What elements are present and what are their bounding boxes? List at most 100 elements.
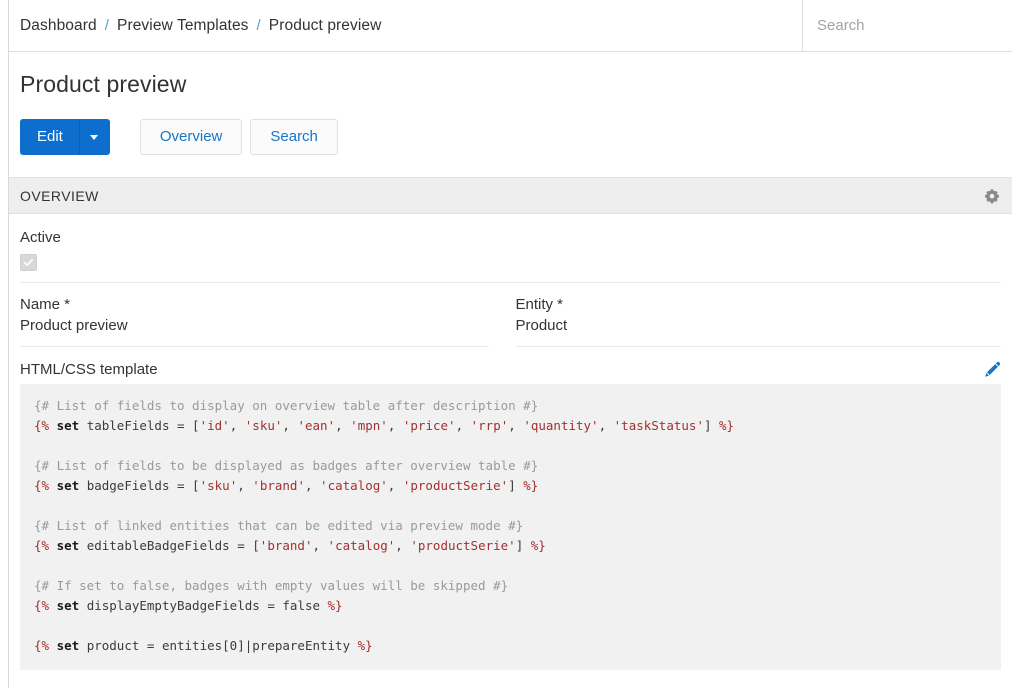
code-token-plain: badgeFields = [ bbox=[79, 478, 199, 493]
gear-icon bbox=[984, 188, 1000, 204]
code-token-plain: , bbox=[599, 418, 614, 433]
code-token-comment: {# List of fields to be displayed as bad… bbox=[34, 458, 538, 473]
page-title: Product preview bbox=[20, 72, 1012, 97]
chevron-down-icon bbox=[90, 135, 98, 140]
breadcrumb-item-dashboard[interactable]: Dashboard bbox=[20, 17, 97, 35]
panel-settings-button[interactable] bbox=[984, 188, 1000, 204]
code-token-comment: {# List of fields to display on overview… bbox=[34, 398, 538, 413]
code-token-kw: set bbox=[57, 638, 80, 653]
field-active-checkbox bbox=[20, 254, 37, 271]
overview-panel: OVERVIEW Active bbox=[9, 177, 1012, 669]
code-token-str: 'catalog' bbox=[328, 538, 396, 553]
code-token-plain: , bbox=[335, 418, 350, 433]
code-token-str: 'quantity' bbox=[523, 418, 598, 433]
code-token-delim: {% bbox=[34, 538, 49, 553]
code-line: {% set displayEmptyBadgeFields = false %… bbox=[34, 596, 987, 616]
html-css-template-section: HTML/CSS template {# List of fields to d… bbox=[9, 347, 1012, 670]
code-token-kw: set bbox=[57, 478, 80, 493]
code-token-str: 'sku' bbox=[245, 418, 283, 433]
code-token-delim: %} bbox=[523, 478, 538, 493]
top-bar: Dashboard / Preview Templates / Product … bbox=[9, 0, 1012, 52]
code-token-plain: ] bbox=[704, 418, 719, 433]
breadcrumb-separator-icon: / bbox=[257, 17, 261, 34]
code-line: {% set badgeFields = ['sku', 'brand', 'c… bbox=[34, 476, 987, 496]
code-token-kw: set bbox=[57, 598, 80, 613]
breadcrumb: Dashboard / Preview Templates / Product … bbox=[9, 0, 802, 51]
code-token-str: 'catalog' bbox=[320, 478, 388, 493]
code-token-plain: , bbox=[312, 538, 327, 553]
edit-button[interactable]: Edit bbox=[20, 119, 80, 155]
code-token-comment: {# If set to false, badges with empty va… bbox=[34, 578, 508, 593]
code-token-plain: , bbox=[395, 538, 410, 553]
edit-dropdown-toggle[interactable] bbox=[80, 119, 110, 155]
field-name-underline bbox=[20, 346, 489, 347]
action-toolbar: Edit Overview Search bbox=[9, 97, 1012, 155]
field-name: Name * Product preview bbox=[20, 283, 511, 347]
code-token-str: 'productSerie' bbox=[403, 478, 508, 493]
code-token-str: 'id' bbox=[200, 418, 230, 433]
code-token-str: 'ean' bbox=[297, 418, 335, 433]
global-search-container bbox=[802, 0, 1012, 51]
code-token-str: 'sku' bbox=[200, 478, 238, 493]
left-rail bbox=[0, 0, 9, 688]
code-token-delim: {% bbox=[34, 598, 49, 613]
breadcrumb-separator-icon: / bbox=[105, 17, 109, 34]
code-token-plain bbox=[49, 478, 57, 493]
code-token-plain: , bbox=[237, 478, 252, 493]
overview-panel-header: OVERVIEW bbox=[9, 178, 1012, 214]
code-token-delim: %} bbox=[358, 638, 373, 653]
code-token-plain bbox=[49, 538, 57, 553]
code-token-plain: , bbox=[388, 418, 403, 433]
code-token-str: 'brand' bbox=[252, 478, 305, 493]
code-token-delim: {% bbox=[34, 478, 49, 493]
field-row: Name * Product preview Entity * Product bbox=[9, 283, 1012, 347]
code-token-plain: tableFields = [ bbox=[79, 418, 199, 433]
search-input[interactable] bbox=[817, 17, 1012, 34]
code-line: {# List of fields to display on overview… bbox=[34, 396, 987, 416]
template-code-block[interactable]: {# List of fields to display on overview… bbox=[20, 384, 1001, 670]
code-token-str: 'rrp' bbox=[471, 418, 509, 433]
field-entity-label: Entity * bbox=[516, 295, 1002, 315]
field-entity: Entity * Product bbox=[511, 283, 1002, 347]
overview-panel-title: OVERVIEW bbox=[20, 188, 984, 204]
code-token-plain bbox=[49, 638, 57, 653]
code-line: {# List of fields to be displayed as bad… bbox=[34, 456, 987, 476]
code-token-str: 'brand' bbox=[260, 538, 313, 553]
code-token-plain: ] bbox=[508, 478, 523, 493]
field-name-value: Product preview bbox=[20, 315, 489, 337]
code-token-delim: %} bbox=[531, 538, 546, 553]
tab-search[interactable]: Search bbox=[250, 119, 338, 155]
code-token-str: 'price' bbox=[403, 418, 456, 433]
breadcrumb-item-preview-templates[interactable]: Preview Templates bbox=[117, 17, 249, 35]
code-token-delim: {% bbox=[34, 418, 49, 433]
page-content: Dashboard / Preview Templates / Product … bbox=[9, 0, 1012, 688]
code-token-plain: , bbox=[456, 418, 471, 433]
breadcrumb-item-product-preview[interactable]: Product preview bbox=[269, 17, 382, 35]
tab-overview[interactable]: Overview bbox=[140, 119, 243, 155]
field-active-label: Active bbox=[20, 228, 1001, 248]
field-active: Active bbox=[9, 214, 1012, 282]
code-token-str: 'taskStatus' bbox=[614, 418, 704, 433]
html-css-template-header: HTML/CSS template bbox=[20, 361, 1001, 384]
code-token-plain: , bbox=[305, 478, 320, 493]
code-token-delim: %} bbox=[719, 418, 734, 433]
pencil-icon bbox=[984, 361, 1001, 378]
code-line bbox=[34, 616, 987, 636]
code-token-plain: editableBadgeFields = [ bbox=[79, 538, 260, 553]
code-token-plain: , bbox=[508, 418, 523, 433]
code-token-str: 'productSerie' bbox=[410, 538, 515, 553]
edit-template-button[interactable] bbox=[984, 361, 1001, 378]
code-token-plain: ] bbox=[516, 538, 531, 553]
code-line: {# List of linked entities that can be e… bbox=[34, 516, 987, 536]
code-line bbox=[34, 556, 987, 576]
code-line bbox=[34, 436, 987, 456]
edit-button-group: Edit bbox=[20, 119, 110, 155]
title-area: Product preview bbox=[9, 52, 1012, 97]
code-token-kw: set bbox=[57, 418, 80, 433]
code-token-delim: {% bbox=[34, 638, 49, 653]
app-page: Dashboard / Preview Templates / Product … bbox=[0, 0, 1012, 688]
code-token-plain: product = entities[0]|prepareEntity bbox=[79, 638, 357, 653]
code-line: {# If set to false, badges with empty va… bbox=[34, 576, 987, 596]
code-token-plain: displayEmptyBadgeFields = false bbox=[79, 598, 327, 613]
code-line: {% set tableFields = ['id', 'sku', 'ean'… bbox=[34, 416, 987, 436]
